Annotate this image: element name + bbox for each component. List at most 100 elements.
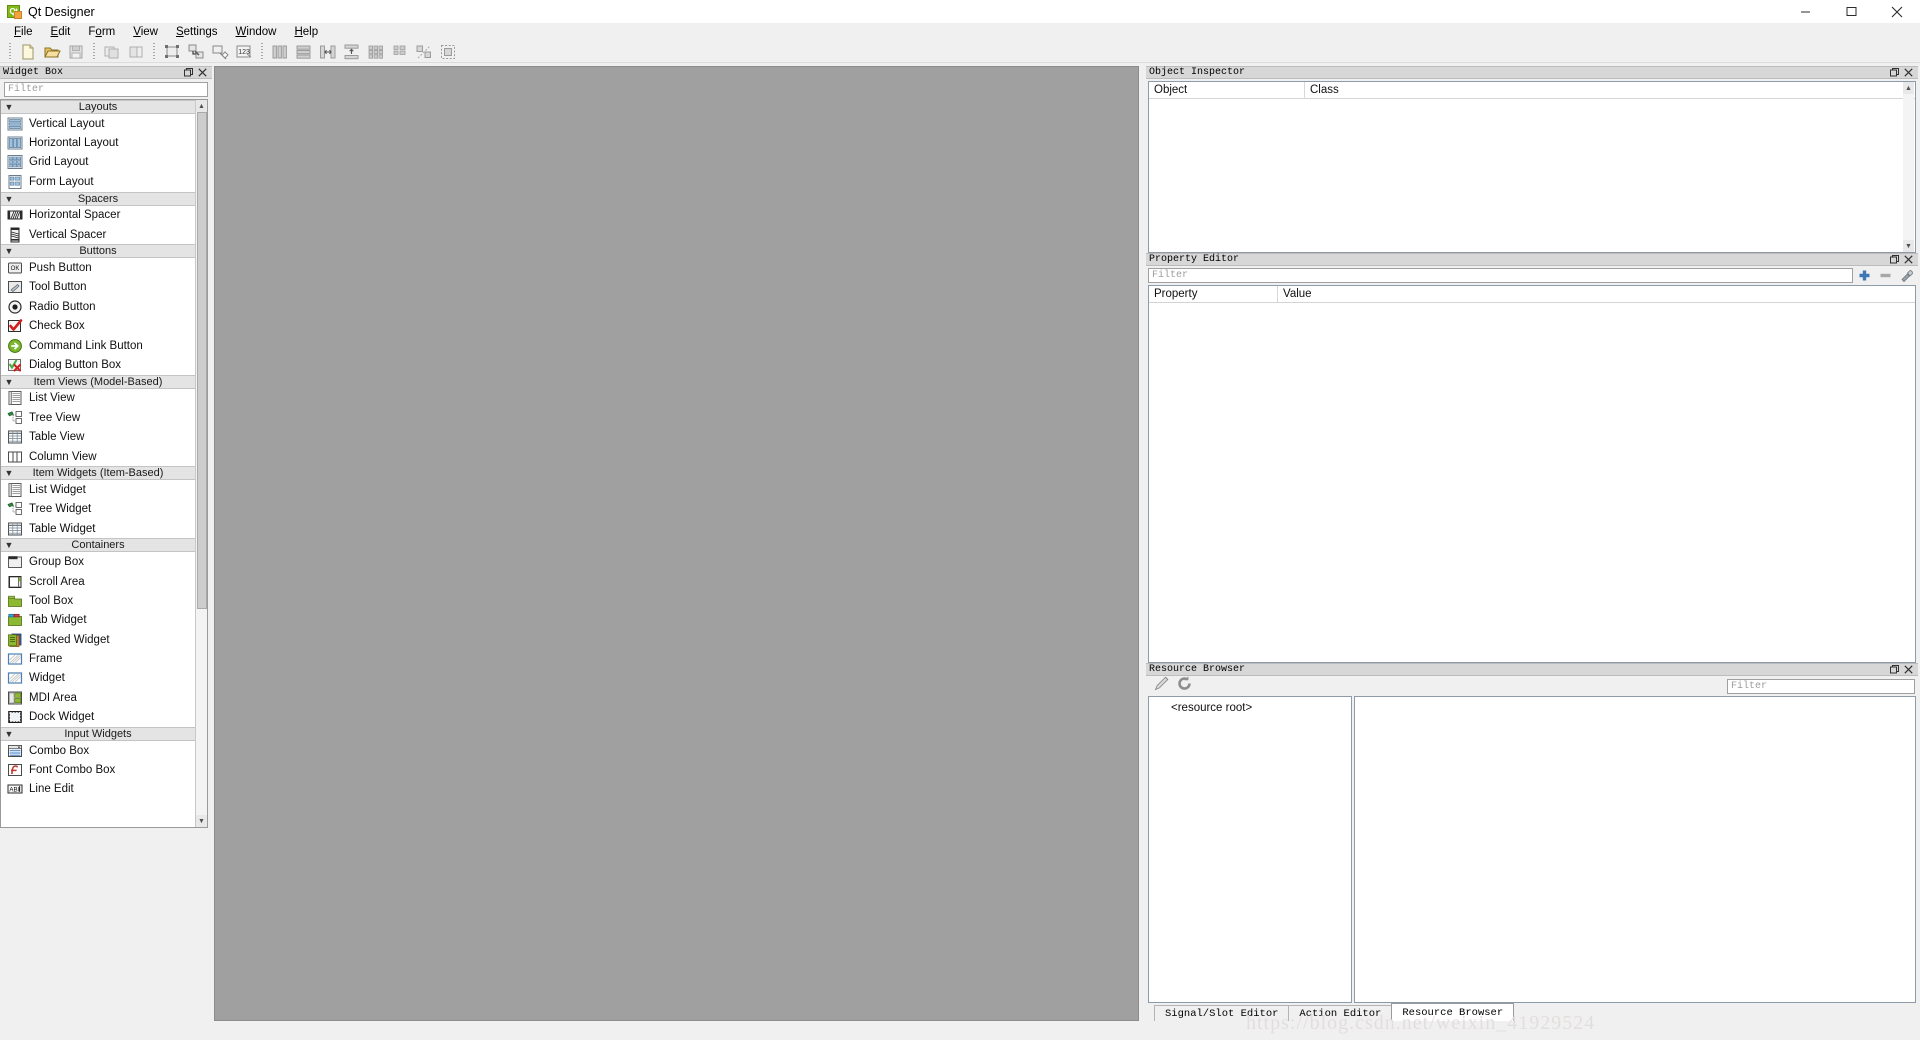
widget-category-header[interactable]: ▼ Containers xyxy=(1,538,195,553)
object-inspector-column-object[interactable]: Object xyxy=(1149,82,1305,98)
main-toolbar: 123 xyxy=(0,41,1920,63)
object-inspector-column-class[interactable]: Class xyxy=(1305,82,1915,98)
widget-category-header[interactable]: ▼ Buttons xyxy=(1,244,195,259)
widget-box-scrollbar[interactable]: ▲ ▼ xyxy=(195,100,207,827)
minimize-button[interactable] xyxy=(1782,0,1828,23)
widget-item[interactable]: List View xyxy=(1,388,195,409)
widget-category-header[interactable]: ▼ Input Widgets xyxy=(1,726,195,741)
widget-item[interactable]: OK Push Button xyxy=(1,258,195,278)
widget-category-header[interactable]: ▼ Item Widgets (Item-Based) xyxy=(1,466,195,481)
resource-browser-close-button[interactable] xyxy=(1904,665,1913,674)
widget-item[interactable]: Frame xyxy=(1,649,195,669)
qt-logo-text: Qt xyxy=(9,6,18,16)
widget-item[interactable]: Horizontal Spacer xyxy=(1,205,195,225)
object-inspector-rows[interactable] xyxy=(1149,99,1915,252)
widget-item[interactable]: ABI Line Edit xyxy=(1,779,195,800)
reload-button[interactable] xyxy=(1176,675,1193,697)
menu-file[interactable]: File xyxy=(5,24,42,41)
widget-item[interactable]: MDI Area xyxy=(1,688,195,708)
widget-item[interactable]: Tool Box xyxy=(1,591,195,611)
edit-signals-slots-button[interactable] xyxy=(185,42,207,62)
widget-item[interactable]: Tree View xyxy=(1,408,195,428)
widget-item[interactable]: Table View xyxy=(1,427,195,447)
scroll-up-arrow-icon[interactable]: ▲ xyxy=(195,100,207,112)
widget-box-float-button[interactable] xyxy=(184,68,193,77)
maximize-button[interactable] xyxy=(1828,0,1874,23)
widget-item[interactable]: Combo Box xyxy=(1,740,195,761)
add-dynamic-property-button[interactable] xyxy=(1855,267,1874,284)
qt-designer-window: Qt Qt Designer File Edit Form View Setti… xyxy=(0,0,1920,1040)
widget-item[interactable]: Vertical Spacer xyxy=(1,224,195,245)
widget-category-header[interactable]: ▼ Spacers xyxy=(1,191,195,206)
widget-item[interactable]: Check Box xyxy=(1,316,195,336)
horizontal-spacer-icon xyxy=(5,207,25,223)
scrollbar-track[interactable] xyxy=(195,112,207,815)
edit-resources-button[interactable] xyxy=(1153,675,1170,697)
widget-item-label: Vertical Spacer xyxy=(29,228,107,241)
widget-item[interactable]: Scroll Area xyxy=(1,571,195,592)
scroll-down-arrow-icon[interactable]: ▼ xyxy=(1903,240,1914,252)
property-editor-column-value[interactable]: Value xyxy=(1278,286,1915,302)
widget-item[interactable]: Stacked Widget xyxy=(1,629,195,650)
widget-box-close-button[interactable] xyxy=(198,68,207,77)
object-inspector-float-button[interactable] xyxy=(1890,68,1899,77)
edit-buddies-button[interactable] xyxy=(209,42,231,62)
edit-tab-order-button[interactable]: 123 xyxy=(233,42,255,62)
widget-item[interactable]: Tool Button xyxy=(1,277,195,298)
menu-form[interactable]: Form xyxy=(79,24,124,41)
new-form-button[interactable] xyxy=(17,42,39,62)
menu-help[interactable]: Help xyxy=(285,24,327,41)
property-editor-filter-input[interactable]: Filter xyxy=(1148,268,1853,283)
widget-item[interactable]: Tree Widget xyxy=(1,499,195,520)
widget-item[interactable]: Dock Widget xyxy=(1,707,195,727)
scroll-down-arrow-icon[interactable]: ▼ xyxy=(195,815,207,827)
property-editor-float-button[interactable] xyxy=(1890,255,1899,264)
widget-item[interactable]: Group Box xyxy=(1,552,195,572)
widget-item[interactable]: Dialog Button Box xyxy=(1,355,195,375)
property-editor-close-button[interactable] xyxy=(1904,255,1913,264)
menu-settings[interactable]: Settings xyxy=(167,24,227,41)
widget-item[interactable]: Vertical Layout xyxy=(1,114,195,134)
widget-item-label: List Widget xyxy=(29,483,86,496)
resource-browser-float-button[interactable] xyxy=(1890,665,1899,674)
menu-form-rest: rm xyxy=(101,25,116,38)
widget-item[interactable]: Horizontal Layout xyxy=(1,133,195,153)
remove-dynamic-property-button[interactable] xyxy=(1876,267,1895,284)
widget-item[interactable]: Grid Layout xyxy=(1,152,195,173)
widget-item[interactable]: Table Widget xyxy=(1,519,195,539)
resource-file-pane[interactable] xyxy=(1354,696,1916,1003)
resource-root-item[interactable]: <resource root> xyxy=(1149,701,1351,715)
widget-box-filter-input[interactable]: Filter xyxy=(4,82,208,97)
widget-category-header[interactable]: ▼ Item Views (Model-Based) xyxy=(1,374,195,389)
widget-item[interactable]: Widget xyxy=(1,668,195,689)
edit-widgets-button[interactable] xyxy=(161,42,183,62)
widget-item[interactable]: Tab Widget xyxy=(1,610,195,630)
open-form-button[interactable] xyxy=(41,42,63,62)
scrollbar-thumb[interactable] xyxy=(196,112,207,609)
menu-window[interactable]: Window xyxy=(227,24,286,41)
widget-category-header[interactable]: ▼ Layouts xyxy=(1,100,195,114)
object-inspector-close-button[interactable] xyxy=(1904,68,1913,77)
widget-category-label: Containers xyxy=(71,539,125,552)
menu-edit[interactable]: Edit xyxy=(42,24,80,41)
vertical-layout-icon xyxy=(5,116,25,132)
property-editor-column-property[interactable]: Property xyxy=(1149,286,1278,302)
configure-property-editor-button[interactable] xyxy=(1897,267,1916,284)
scroll-up-arrow-icon[interactable]: ▲ xyxy=(1903,82,1914,94)
property-editor-rows[interactable] xyxy=(1149,303,1915,662)
widget-item[interactable]: Font Combo Box xyxy=(1,760,195,780)
menu-view[interactable]: View xyxy=(124,24,167,41)
widget-item[interactable]: Command Link Button xyxy=(1,335,195,356)
font-combo-box-icon xyxy=(5,762,25,778)
widget-item-label: Column View xyxy=(29,450,97,463)
widget-item[interactable]: Form Layout xyxy=(1,172,195,192)
resource-browser-dock-buttons xyxy=(1890,665,1915,674)
widget-item[interactable]: Radio Button xyxy=(1,297,195,317)
resource-tree-pane[interactable]: <resource root> xyxy=(1148,696,1352,1003)
form-workspace[interactable] xyxy=(214,66,1139,1021)
object-inspector-scrollbar[interactable]: ▲ ▼ xyxy=(1903,82,1914,252)
widget-item[interactable]: List Widget xyxy=(1,480,195,500)
close-button[interactable] xyxy=(1874,0,1920,23)
widget-item[interactable]: Column View xyxy=(1,446,195,467)
resource-browser-filter-input[interactable]: Filter xyxy=(1727,678,1915,694)
